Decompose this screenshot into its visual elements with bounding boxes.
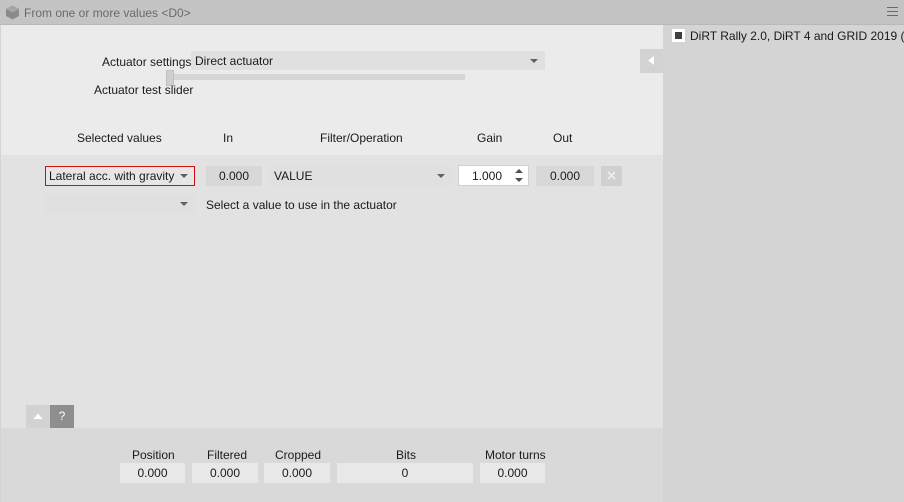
title-bar: From one or more values <D0> bbox=[0, 0, 904, 25]
actuator-test-slider-label: Actuator test slider bbox=[94, 83, 194, 97]
selected-value-text: Lateral acc. with gravity bbox=[49, 169, 175, 183]
actuator-settings-dropdown[interactable]: Direct actuator bbox=[191, 51, 545, 70]
column-header-in: In bbox=[223, 131, 234, 145]
column-header-gain: Gain bbox=[477, 131, 503, 145]
cropped-label: Cropped bbox=[275, 448, 322, 462]
add-value-hint: Select a value to use in the actuator bbox=[206, 198, 397, 212]
window-title: From one or more values <D0> bbox=[24, 6, 191, 20]
chevron-down-icon bbox=[530, 59, 538, 63]
collapse-button[interactable] bbox=[26, 405, 50, 428]
in-value: 0.000 bbox=[206, 166, 262, 186]
filtered-label: Filtered bbox=[207, 448, 248, 462]
column-header-filter: Filter/Operation bbox=[320, 131, 403, 145]
game-checkbox[interactable] bbox=[672, 29, 685, 42]
gain-value: 1.000 bbox=[472, 169, 503, 183]
output-footer: Position 0.000 Filtered 0.000 Cropped 0.… bbox=[1, 428, 663, 502]
close-icon bbox=[607, 171, 616, 180]
help-button[interactable]: ? bbox=[50, 405, 74, 428]
bits-value: 0 bbox=[337, 463, 473, 483]
game-side-panel: DiRT Rally 2.0, DiRT 4 and GRID 2019 (U.… bbox=[663, 25, 904, 502]
actuator-test-slider-track[interactable] bbox=[173, 74, 465, 80]
actuator-settings-label: Actuator settings bbox=[102, 55, 192, 69]
position-value: 0.000 bbox=[120, 463, 185, 483]
position-label: Position bbox=[132, 448, 175, 462]
out-value: 0.000 bbox=[536, 166, 594, 186]
filter-operation-dropdown[interactable]: VALUE bbox=[269, 166, 452, 186]
chevron-down-icon bbox=[180, 174, 188, 178]
spin-up-icon[interactable] bbox=[515, 169, 523, 173]
selected-value-dropdown[interactable]: Lateral acc. with gravity bbox=[45, 166, 195, 186]
remove-row-button[interactable] bbox=[601, 166, 622, 186]
actuator-settings-value: Direct actuator bbox=[195, 54, 274, 68]
motor-turns-value: 0.000 bbox=[480, 463, 545, 483]
cropped-value: 0.000 bbox=[264, 463, 330, 483]
motor-turns-label: Motor turns bbox=[485, 448, 546, 462]
bits-label: Bits bbox=[396, 448, 417, 462]
spin-down-icon[interactable] bbox=[515, 178, 523, 182]
column-header-out: Out bbox=[553, 131, 573, 145]
add-value-dropdown[interactable] bbox=[45, 194, 195, 214]
settings-area: Actuator settings Direct actuator Actuat… bbox=[1, 25, 663, 155]
app-logo-icon bbox=[6, 5, 19, 20]
game-label[interactable]: DiRT Rally 2.0, DiRT 4 and GRID 2019 (U.… bbox=[690, 29, 904, 43]
triangle-left-icon bbox=[648, 56, 654, 65]
main-panel: Actuator settings Direct actuator Actuat… bbox=[1, 25, 663, 502]
chevron-down-icon bbox=[180, 202, 188, 206]
hamburger-menu-icon[interactable] bbox=[887, 7, 898, 18]
gain-stepper[interactable]: 1.000 bbox=[458, 165, 529, 186]
chevron-down-icon bbox=[437, 174, 445, 178]
column-header-selected: Selected values bbox=[77, 131, 162, 145]
filter-operation-value: VALUE bbox=[274, 169, 313, 183]
side-panel-toggle-button[interactable] bbox=[640, 49, 663, 73]
triangle-up-icon bbox=[33, 413, 43, 419]
filtered-value: 0.000 bbox=[192, 463, 258, 483]
